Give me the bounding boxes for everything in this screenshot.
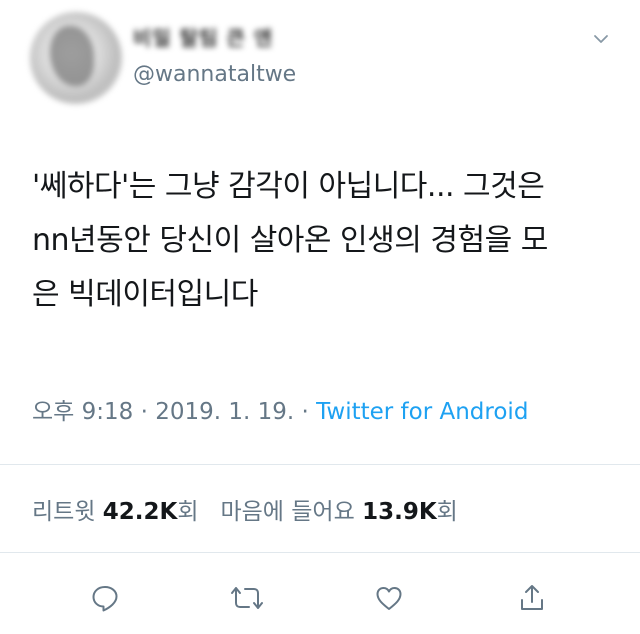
user-handle[interactable]: @wannataltwe — [133, 62, 296, 87]
tweet-time: 오후 9:18 — [32, 399, 134, 425]
tweet-date: 2019. 1. 19. — [155, 399, 295, 425]
retweet-label: 리트윗 — [32, 499, 96, 525]
reply-button[interactable] — [85, 578, 125, 618]
tweet-text-line: 은 빅데이터입니다 — [32, 277, 258, 312]
like-count: 13.9K — [362, 499, 437, 525]
tweet-card: 비밀 탈팀 큰 앤 @wannataltwe '쎄하다'는 그냥 감각이 아닙니… — [0, 0, 640, 634]
divider — [0, 464, 640, 465]
tweet-meta: 오후 9:18 · 2019. 1. 19. · Twitter for And… — [32, 392, 528, 426]
retweet-icon — [231, 587, 263, 609]
display-name[interactable]: 비밀 탈팀 큰 앤 — [133, 22, 273, 51]
avatar[interactable] — [30, 12, 122, 104]
tweet-stats: 리트윗 42.2K회 마음에 들어요 13.9K회 — [32, 492, 458, 526]
tweet-text: '쎄하다'는 그냥 감각이 아닙니다... 그것은 nn년동안 당신이 살아온 … — [32, 160, 617, 322]
reply-icon — [92, 586, 118, 612]
like-icon — [376, 587, 402, 610]
like-button[interactable] — [369, 578, 409, 618]
chevron-down-icon[interactable] — [592, 30, 610, 48]
retweet-stat[interactable]: 리트윗 42.2K회 — [32, 499, 206, 525]
divider — [0, 552, 640, 553]
share-button[interactable] — [512, 578, 552, 618]
meta-separator: · — [133, 399, 156, 425]
retweet-button[interactable] — [227, 578, 267, 618]
retweet-count: 42.2K — [102, 499, 178, 525]
tweet-source-link[interactable]: Twitter for Android — [316, 399, 528, 425]
meta-separator: · — [294, 399, 317, 425]
retweet-unit: 회 — [177, 499, 199, 525]
like-unit: 회 — [436, 499, 458, 525]
like-label: 마음에 들어요 — [220, 499, 355, 525]
avatar-image — [50, 26, 94, 86]
tweet-text-line: '쎄하다'는 그냥 감각이 아닙니다... 그것은 — [32, 169, 545, 204]
tweet-text-line: nn년동안 당신이 살아온 인생의 경험을 모 — [32, 223, 548, 258]
share-icon — [521, 585, 543, 610]
like-stat[interactable]: 마음에 들어요 13.9K회 — [220, 499, 457, 525]
